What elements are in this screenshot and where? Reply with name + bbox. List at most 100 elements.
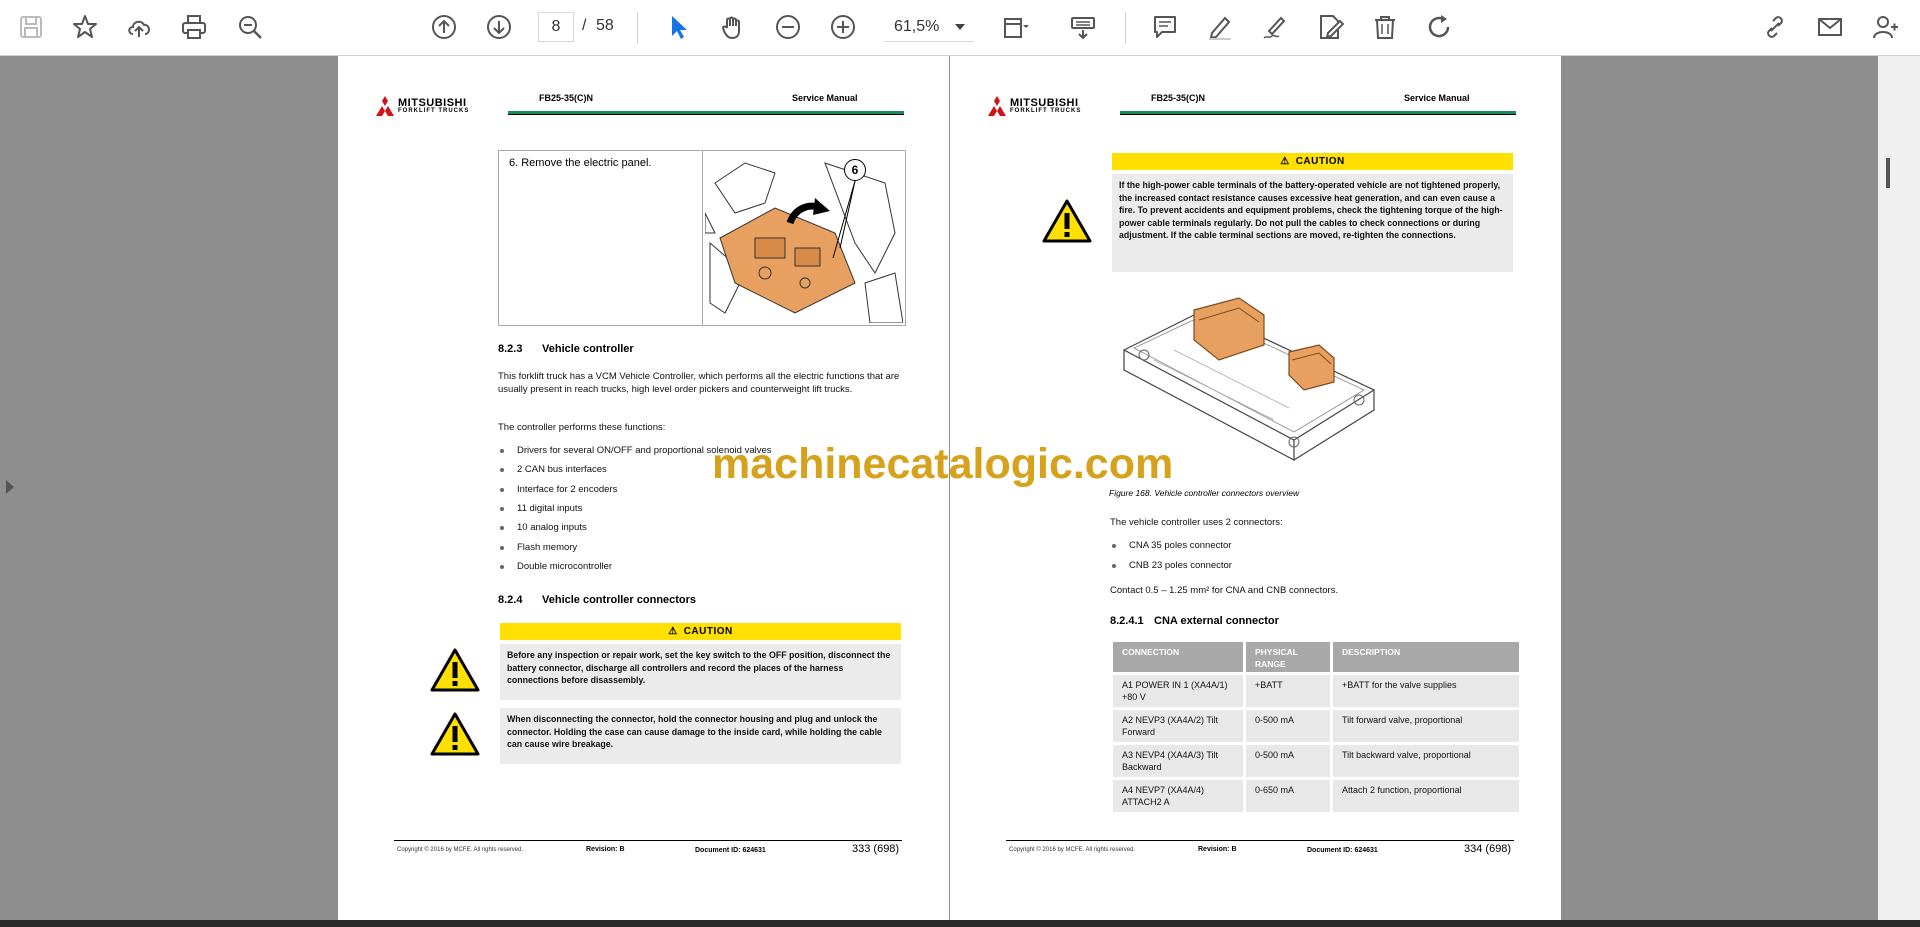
- page-number-input[interactable]: 8: [538, 12, 574, 42]
- logo-subtitle: FORKLIFT TRUCKS: [398, 108, 470, 114]
- footer-copyright: Copyright © 2016 by MCFE. All rights res…: [1009, 847, 1136, 853]
- scroll-up-icon[interactable]: [427, 10, 461, 44]
- footer-rule: [394, 840, 902, 841]
- header-title: Service Manual: [1404, 93, 1470, 103]
- sign-pen-icon[interactable]: [1258, 10, 1292, 44]
- warning-triangle-icon: ⚠: [668, 626, 678, 637]
- table-cell: Tilt backward valve, proportional: [1333, 745, 1519, 777]
- section-heading-8-2-4-1: 8.2.4.1 CNA external connector: [1110, 615, 1279, 627]
- save-icon[interactable]: [14, 10, 48, 44]
- mitsubishi-diamonds-icon: [376, 96, 394, 116]
- footer-page-number: 334 (698): [1464, 843, 1512, 855]
- scrollbar-thumb[interactable]: [1886, 158, 1890, 188]
- highlight-pen-icon[interactable]: [1203, 10, 1237, 44]
- zoom-search-icon[interactable]: [233, 10, 267, 44]
- table-cell: +BATT: [1246, 675, 1330, 707]
- header-model: FB25-35(C)N: [539, 93, 594, 103]
- caution-text: If the high-power cable terminals of the…: [1112, 174, 1513, 272]
- add-user-icon[interactable]: [1868, 10, 1902, 44]
- select-cursor-icon[interactable]: [661, 10, 695, 44]
- share-link-icon[interactable]: [1758, 10, 1792, 44]
- table-row: A1 POWER IN 1 (XA4A/1) +80 V +BATT +BATT…: [1113, 675, 1519, 707]
- toolbar-divider: [637, 12, 638, 44]
- table-cell: 0-500 mA: [1246, 745, 1330, 777]
- warning-icon: [430, 712, 480, 756]
- list-item: CNB 23 poles connector: [1112, 560, 1232, 571]
- paragraph: The controller performs these functions:: [498, 422, 666, 433]
- footer-rule: [1006, 840, 1514, 841]
- caution-banner: ⚠ CAUTION: [1112, 153, 1513, 170]
- paragraph: The vehicle controller uses 2 connectors…: [1110, 517, 1283, 528]
- table-row: A4 NEVP7 (XA4A/4) ATTACH2 A 0-650 mA Att…: [1113, 780, 1519, 812]
- list-item: 2 CAN bus interfaces: [500, 464, 607, 475]
- mitsubishi-diamonds-icon: [988, 96, 1006, 116]
- table-cell: A4 NEVP7 (XA4A/4) ATTACH2 A: [1113, 780, 1243, 812]
- table-header-cell: DESCRIPTION: [1333, 642, 1519, 672]
- table-cell: Attach 2 function, proportional: [1333, 780, 1519, 812]
- table-cell: A1 POWER IN 1 (XA4A/1) +80 V: [1113, 675, 1243, 707]
- email-icon[interactable]: [1813, 10, 1847, 44]
- footer-revision: Revision: B: [586, 846, 625, 853]
- list-item: Double microcontroller: [499, 561, 613, 572]
- table-cell: 0-650 mA: [1246, 780, 1330, 812]
- scroll-down-icon[interactable]: [482, 10, 516, 44]
- list-item: 11 digital inputs: [499, 503, 583, 514]
- taskbar-strip: [0, 920, 1920, 927]
- edit-doc-icon[interactable]: [1313, 10, 1347, 44]
- section-title: Vehicle controller: [542, 343, 634, 355]
- logo-subtitle: FORKLIFT TRUCKS: [1010, 108, 1082, 114]
- paragraph: This forklift truck has a VCM Vehicle Co…: [498, 371, 900, 395]
- section-heading-8-2-3: 8.2.3 Vehicle controller: [498, 343, 634, 355]
- step-table: 6. Remove the electric panel. 6: [498, 150, 906, 326]
- table-header-cell: PHYSICAL RANGE: [1246, 642, 1330, 672]
- chevron-down-icon[interactable]: [955, 24, 965, 30]
- bookmark-star-icon[interactable]: [68, 10, 102, 44]
- mitsubishi-logo: MITSUBISHI FORKLIFT TRUCKS: [986, 96, 1106, 116]
- section-heading-8-2-4: 8.2.4 Vehicle controller connectors: [498, 594, 696, 606]
- footer-copyright: Copyright © 2016 by MCFE. All rights res…: [397, 847, 524, 853]
- page-fit-icon[interactable]: [998, 10, 1032, 44]
- table-row: A2 NEVP3 (XA4A/2) Tilt Forward 0-500 mA …: [1113, 710, 1519, 742]
- section-title: CNA external connector: [1154, 615, 1279, 627]
- figure-caption: Figure 168. Vehicle controller connector…: [1109, 488, 1300, 498]
- keyboard-icon[interactable]: [1066, 10, 1100, 44]
- caution-text: Before any inspection or repair work, se…: [500, 644, 901, 700]
- caution-label: CAUTION: [683, 626, 733, 637]
- header-rule-thin: [508, 114, 904, 115]
- toolbar-divider: [1125, 12, 1126, 44]
- left-panel-toggle-icon[interactable]: [6, 480, 14, 494]
- caution-label: CAUTION: [1295, 156, 1345, 167]
- section-title: Vehicle controller connectors: [542, 594, 697, 606]
- list-item: CNA 35 poles connector: [1111, 540, 1232, 551]
- electric-panel-illustration: 6: [704, 153, 904, 324]
- section-number: 8.2.4: [498, 594, 523, 606]
- list-item: 10 analog inputs: [500, 522, 587, 533]
- hand-pan-icon[interactable]: [716, 10, 750, 44]
- section-number: 8.2.4.1: [1110, 615, 1144, 627]
- print-icon[interactable]: [177, 10, 211, 44]
- table-row: A3 NEVP4 (XA4A/3) Tilt Backward 0-500 mA…: [1113, 745, 1519, 777]
- comment-icon[interactable]: [1148, 10, 1182, 44]
- zoom-in-icon[interactable]: [826, 10, 860, 44]
- upload-cloud-icon[interactable]: [122, 10, 156, 44]
- footer-revision: Revision: B: [1198, 846, 1237, 853]
- table-cell: A3 NEVP4 (XA4A/3) Tilt Backward: [1113, 745, 1243, 777]
- warning-triangle-icon: ⚠: [1280, 156, 1290, 167]
- page-total: 58: [596, 17, 614, 34]
- footer-document-id: Document ID: 624631: [1307, 847, 1378, 854]
- delete-icon[interactable]: [1368, 10, 1402, 44]
- callout-number: 6: [844, 159, 866, 181]
- mitsubishi-logo: MITSUBISHI FORKLIFT TRUCKS: [374, 96, 494, 116]
- list-item: Interface for 2 encoders: [499, 484, 618, 495]
- table-cell: +BATT for the valve supplies: [1333, 675, 1519, 707]
- table-header-cell: CONNECTION: [1113, 642, 1243, 672]
- warning-icon: [430, 648, 480, 692]
- zoom-out-icon[interactable]: [771, 10, 805, 44]
- watermark-text: machinecatalogic.com: [712, 440, 1174, 488]
- header-rule-thin: [1120, 114, 1516, 115]
- caution-text: When disconnecting the connector, hold t…: [500, 708, 901, 764]
- rotate-icon[interactable]: [1423, 10, 1457, 44]
- scrollbar-track[interactable]: [1878, 56, 1920, 920]
- header-title: Service Manual: [792, 93, 858, 103]
- header-model: FB25-35(C)N: [1151, 93, 1206, 103]
